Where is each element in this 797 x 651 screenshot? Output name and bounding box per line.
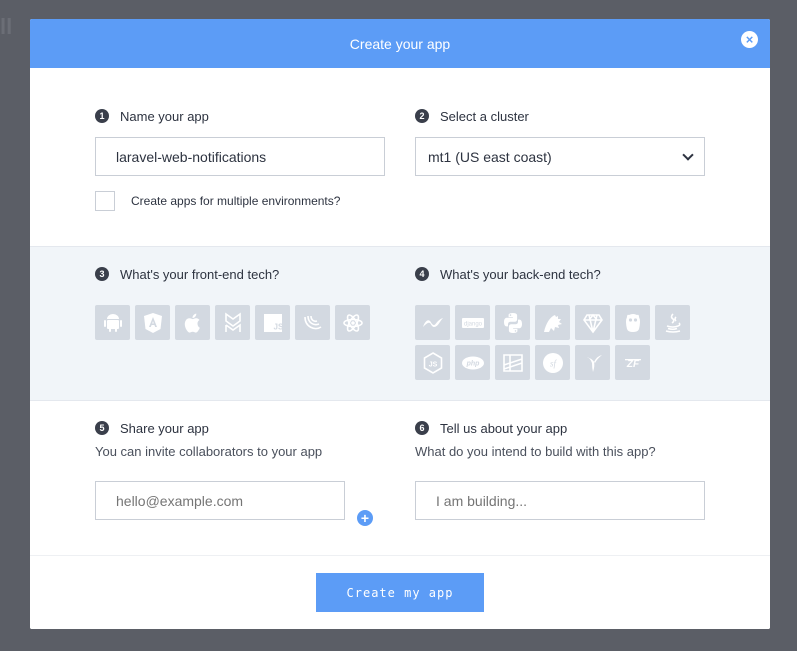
step-number-3: 3: [95, 267, 109, 281]
background-heading-fragment: ll: [0, 14, 13, 39]
nodejs-icon[interactable]: JS: [415, 345, 450, 380]
app-purpose-input[interactable]: [415, 481, 705, 520]
laravel-icon[interactable]: [535, 305, 570, 340]
js-icon[interactable]: JS: [255, 305, 290, 340]
cluster-label: 2 Select a cluster: [415, 108, 705, 124]
name-app-label: 1 Name your app: [95, 108, 385, 124]
angular-icon[interactable]: [135, 305, 170, 340]
multi-env-label: Create apps for multiple environments?: [131, 194, 341, 208]
cluster-group: 2 Select a cluster mt1 (US east coast): [415, 108, 705, 176]
svg-text:django: django: [463, 321, 482, 327]
multi-env-row: Create apps for multiple environments?: [95, 191, 340, 211]
php-icon[interactable]: php: [455, 345, 490, 380]
share-label-text: Share your app: [120, 420, 209, 436]
app-name-section: 1 Name your app laravel-web-notification…: [30, 68, 770, 247]
share-subtext: You can invite collaborators to your app: [95, 444, 323, 459]
add-collaborator-icon[interactable]: +: [357, 510, 373, 526]
about-label: 6 Tell us about your app: [415, 420, 705, 436]
about-subtext: What do you intend to build with this ap…: [415, 444, 656, 459]
backend-label-text: What's your back-end tech?: [440, 266, 601, 282]
dotnet-icon[interactable]: [415, 305, 450, 340]
frontend-label-text: What's your front-end tech?: [120, 266, 280, 282]
modal-title: Create your app: [349, 35, 451, 52]
python-icon[interactable]: [495, 305, 530, 340]
tech-section: 3 What's your front-end tech? JS 4 What'…: [30, 247, 770, 401]
react-icon[interactable]: [335, 305, 370, 340]
create-app-button[interactable]: Create my app: [316, 573, 484, 612]
create-app-modal: Create your app × 1 Name your app larave…: [30, 19, 770, 629]
cluster-selected-value: mt1 (US east coast): [428, 148, 552, 165]
backend-group: 4 What's your back-end tech? django JS p…: [415, 266, 705, 380]
svg-text:php: php: [465, 360, 480, 367]
svg-text:JS: JS: [428, 361, 437, 368]
backend-tiles: django JS php sf ZF: [415, 305, 705, 380]
rails-icon[interactable]: [495, 345, 530, 380]
modal-header: Create your app ×: [30, 19, 770, 68]
symfony-icon[interactable]: sf: [535, 345, 570, 380]
share-group: 5 Share your app You can invite collabor…: [95, 420, 385, 526]
apple-icon[interactable]: [175, 305, 210, 340]
svg-text:ZF: ZF: [625, 359, 639, 370]
close-icon[interactable]: ×: [741, 31, 758, 48]
frontend-tiles: JS: [95, 305, 385, 340]
share-section: 5 Share your app You can invite collabor…: [30, 401, 770, 556]
step-number-6: 6: [415, 421, 429, 435]
svg-text:JS: JS: [273, 322, 283, 331]
go-icon[interactable]: [615, 305, 650, 340]
cluster-select[interactable]: mt1 (US east coast): [415, 137, 705, 176]
django-icon[interactable]: django: [455, 305, 490, 340]
jquery-icon[interactable]: [295, 305, 330, 340]
backbone-icon[interactable]: [215, 305, 250, 340]
multi-env-checkbox[interactable]: [95, 191, 115, 211]
step-number-1: 1: [95, 109, 109, 123]
yii-icon[interactable]: [575, 345, 610, 380]
android-icon[interactable]: [95, 305, 130, 340]
frontend-group: 3 What's your front-end tech? JS: [95, 266, 385, 340]
ruby-icon[interactable]: [575, 305, 610, 340]
chevron-down-icon: [682, 148, 694, 161]
invite-email-input[interactable]: [95, 481, 345, 520]
submit-section: Create my app: [30, 556, 770, 629]
about-group: 6 Tell us about your app What do you int…: [415, 420, 705, 520]
about-label-text: Tell us about your app: [440, 420, 568, 436]
backend-label: 4 What's your back-end tech?: [415, 266, 705, 282]
name-app-group: 1 Name your app laravel-web-notification…: [95, 108, 385, 176]
frontend-label: 3 What's your front-end tech?: [95, 266, 385, 282]
share-label: 5 Share your app: [95, 420, 385, 436]
step-number-5: 5: [95, 421, 109, 435]
app-name-input[interactable]: laravel-web-notifications: [95, 137, 385, 176]
zend-icon[interactable]: ZF: [615, 345, 650, 380]
java-icon[interactable]: [655, 305, 690, 340]
cluster-label-text: Select a cluster: [440, 108, 529, 124]
step-number-4: 4: [415, 267, 429, 281]
name-app-label-text: Name your app: [120, 108, 209, 124]
step-number-2: 2: [415, 109, 429, 123]
